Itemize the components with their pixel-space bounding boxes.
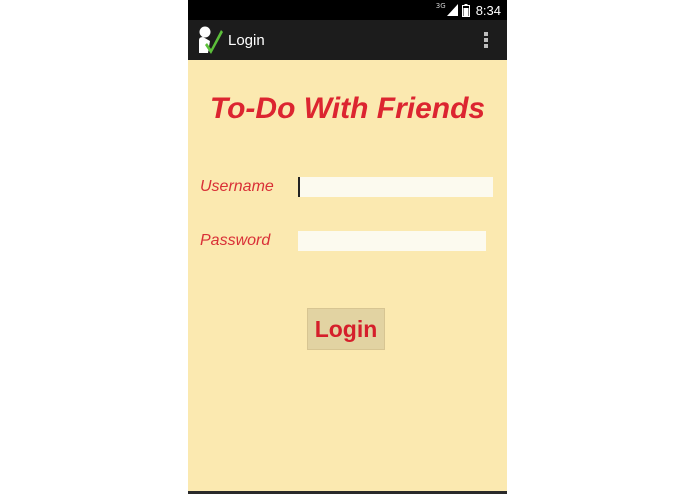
- username-label: Username: [200, 178, 274, 195]
- screen-title: Login: [228, 31, 265, 49]
- password-input[interactable]: [298, 231, 486, 251]
- network-type-label: 3G: [435, 2, 446, 10]
- password-label: Password: [200, 232, 271, 249]
- app-logo-icon[interactable]: [196, 23, 224, 57]
- username-input[interactable]: [298, 177, 493, 197]
- action-bar: Login: [188, 20, 507, 60]
- text-cursor: [298, 177, 300, 197]
- signal-icon: [446, 4, 458, 16]
- overflow-menu-icon[interactable]: [483, 31, 489, 49]
- battery-icon: [461, 3, 470, 17]
- status-bar: 3G 8:34: [188, 0, 507, 20]
- status-icons: 3G 8:34: [436, 0, 501, 20]
- phone-screen: 3G 8:34 Login To-Do With Friends Usernam…: [188, 0, 507, 494]
- app-title: To-Do With Friends: [209, 92, 486, 125]
- login-button[interactable]: Login: [307, 308, 385, 350]
- clock: 8:34: [475, 2, 501, 18]
